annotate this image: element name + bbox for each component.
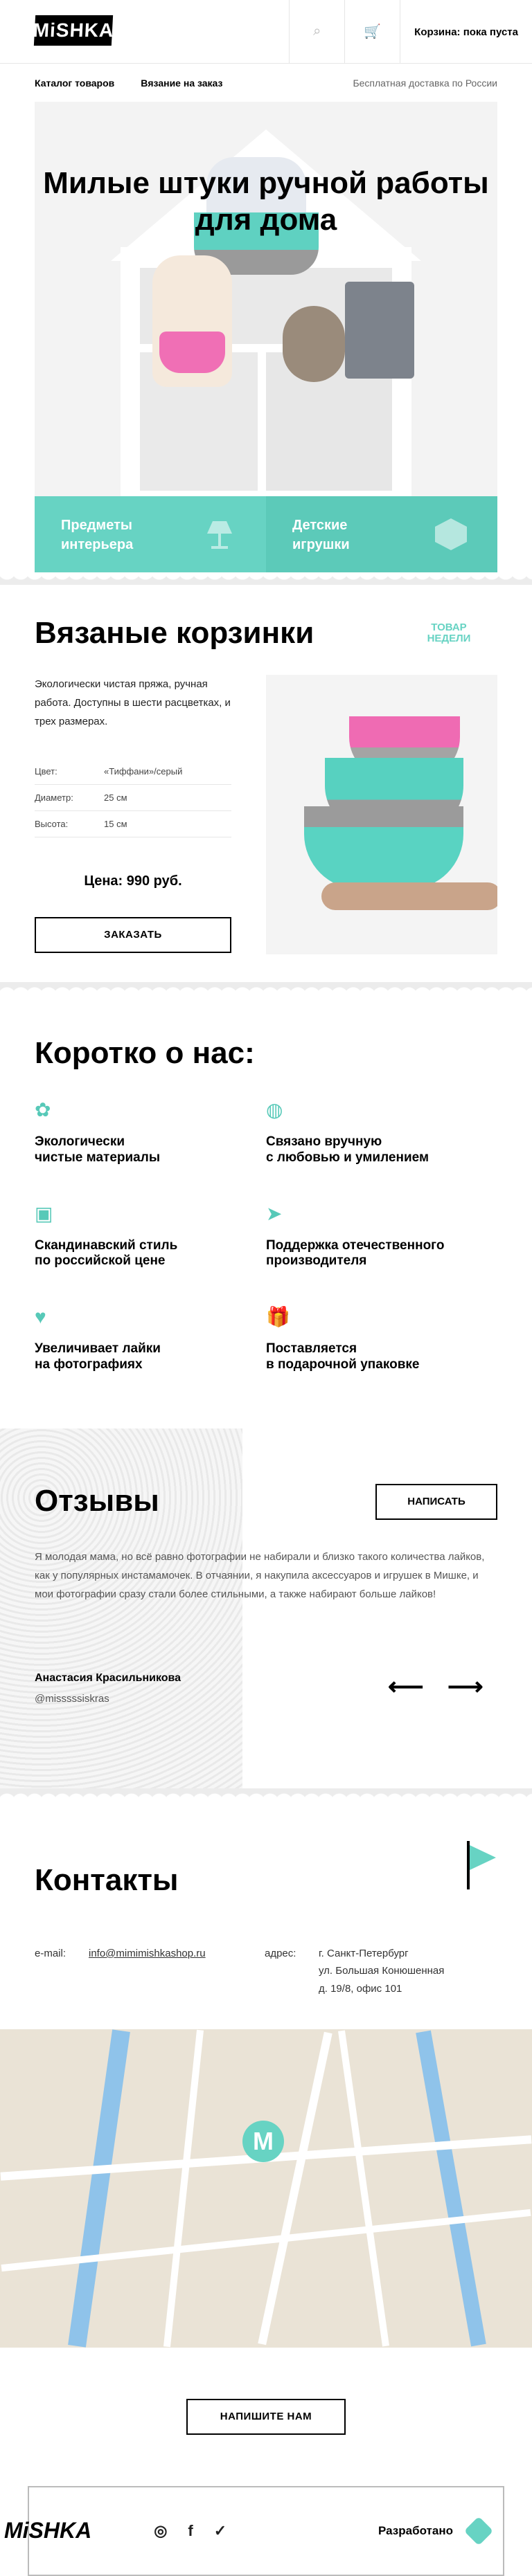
contacts-section: Контакты e-mail: info@mimimishkashop.ru … [0,1801,532,2029]
facebook-icon[interactable]: f [188,2522,193,2540]
spec-row: Высота: 15 см [35,811,231,837]
site-header: MiSHKA ⌕ 🛒 Корзина: пока пуста [0,0,532,64]
address-text: г. Санкт-Петербург ул. Большая Конюшенна… [319,1947,445,1995]
flag-icon [467,1840,496,1889]
email-label: e-mail: [35,1947,66,1959]
yarn-ball-icon: ◍ [266,1099,283,1121]
cart-icon[interactable]: 🛒 [344,0,400,63]
tile-label: Предметы интерьера [61,518,134,552]
product-image [266,675,497,954]
developer-logo-icon[interactable] [463,2516,494,2546]
lamp-icon [207,521,232,549]
tile-label: Детские игрушки [292,518,350,552]
cart-status[interactable]: Корзина: пока пуста [400,0,532,64]
feature-item: ✿ Экологически чистые материалы [35,1099,161,1165]
nav-catalog[interactable]: Каталог товаров [35,78,114,89]
map[interactable]: M [0,2029,532,2348]
prev-arrow-icon[interactable]: ⟵ [388,1672,424,1701]
reviews-title: Отзывы [35,1483,159,1518]
write-review-button[interactable]: НАПИСАТЬ [375,1483,497,1520]
divider [0,982,532,995]
money-icon: ▣ [35,1202,53,1224]
email-link[interactable]: info@mimimishkashop.ru [89,1945,206,1963]
gift-icon: 🎁 [266,1306,290,1328]
heart-icon: ♥ [35,1306,46,1328]
review-text: Я молодая мама, но всё равно фотографии … [35,1550,485,1600]
feature-item: ♥ Увеличивает лайки на фотографиях [35,1306,161,1372]
feature-item: ◍ Связано вручную с любовью и умилением [266,1099,429,1165]
address-label: адрес: [265,1947,296,1959]
contacts-title: Контакты [35,1862,179,1897]
footer-logo[interactable]: MiSHKA [4,2518,91,2543]
rocket-icon: ➤ [266,1202,283,1224]
spec-row: Цвет: «Тиффани»/серый [35,759,231,785]
shipping-note: Бесплатная доставка по России [353,77,497,89]
hero: Милые штуки ручной работы для дома Предм… [35,102,497,572]
spec-row: Диаметр: 25 см [35,785,231,811]
nav-custom-knitting[interactable]: Вязание на заказ [141,78,222,89]
write-us-button[interactable]: НАПИШИТЕ НАМ [186,2398,346,2435]
developed-by-label: Разработано [378,2523,453,2537]
instagram-icon[interactable]: ◎ [154,2522,167,2540]
tile-kids-toys[interactable]: Детские игрушки [266,496,497,572]
product-description: Экологически чистая пряжа, ручная работа… [35,678,231,727]
flower-icon: ✿ [35,1099,51,1121]
tile-interior[interactable]: Предметы интерьера [35,496,266,572]
order-button[interactable]: ЗАКАЗАТЬ [35,917,231,953]
next-arrow-icon[interactable]: ⟶ [447,1672,484,1701]
review-nick: @misssssiskras [35,1692,109,1705]
search-icon[interactable]: ⌕ [289,0,344,63]
logo[interactable]: MiSHKA [33,15,114,46]
product-price: Цена: 990 руб. [84,873,182,889]
reviews-section: Отзывы НАПИСАТЬ Я молодая мама, но всё р… [0,1428,532,1788]
feature-item: ➤ Поддержка отечественного производителя [266,1202,445,1269]
main-nav: Каталог товаров Вязание на заказ Бесплат… [0,64,532,102]
map-pin[interactable]: M [242,2120,284,2162]
knit-background [0,1428,242,1788]
divider [0,1788,532,1801]
about-title: Коротко о нас: [35,1036,255,1070]
divider [0,572,532,585]
product-of-week-badge: ТОВАР НЕДЕЛИ [427,621,471,644]
product-title: Вязаные корзинки [35,616,314,650]
review-author: Анастасия Красильникова [35,1671,181,1684]
blocks-icon [435,518,467,550]
twitter-icon[interactable]: ✓ [214,2522,227,2540]
hero-title: Милые штуки ручной работы для дома [43,166,489,237]
feature-item: ▣ Скандинавский стиль по российской цене [35,1202,178,1269]
footer: MiSHKA ◎ f ✓ Разработано [4,2485,504,2576]
feature-item: 🎁 Поставляется в подарочной упаковке [266,1306,420,1372]
